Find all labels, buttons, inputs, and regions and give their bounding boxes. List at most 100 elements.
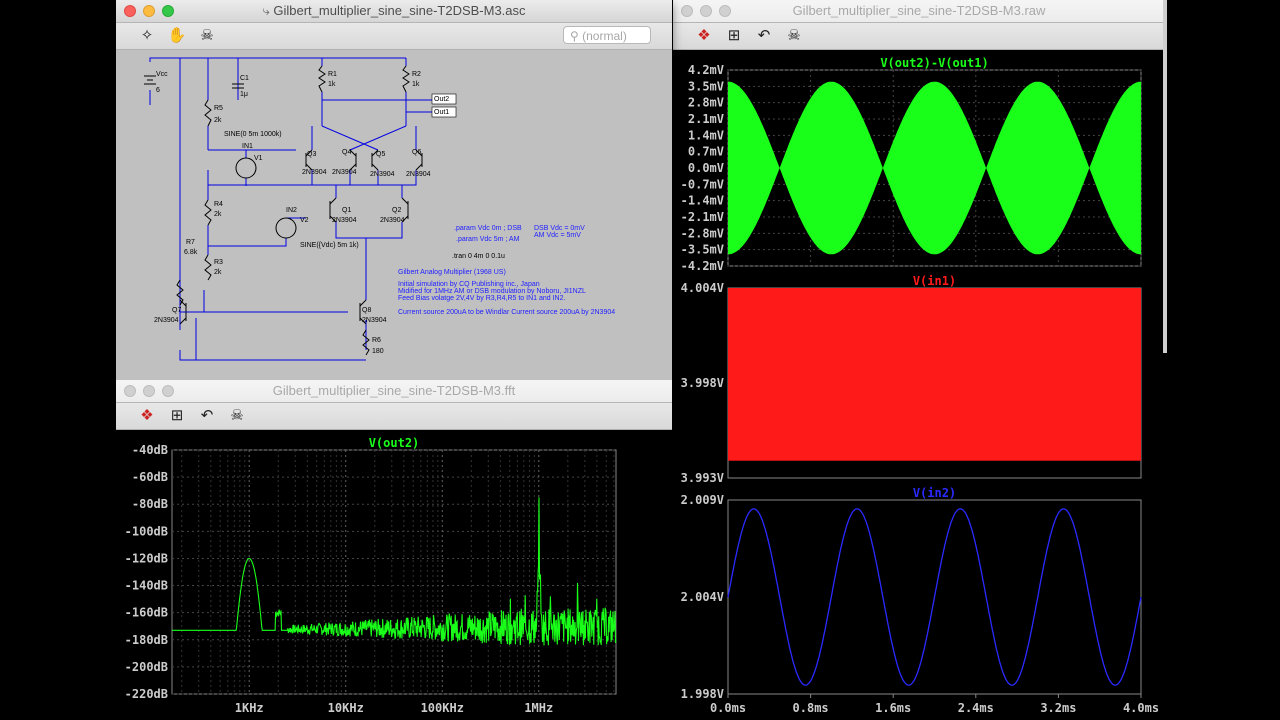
- fft-y-tick: -220dB: [125, 687, 168, 701]
- desktop-strip: [1165, 0, 1280, 720]
- fft-plot[interactable]: V(out2) -40dB -60dB -80dB -100dB -120dB -140dB…: [116, 430, 672, 720]
- pane1-y-tick: 4.2mV: [688, 63, 724, 77]
- fft-y-tick: -100dB: [125, 524, 168, 538]
- fft-x-tick: 100KHz: [421, 701, 464, 715]
- raw-plot[interactable]: V(out2)-V(out1) 4.2mV 3.5mV 2.8mV 2.1mV 1.4mV…: [673, 50, 1165, 720]
- pane2-trace: [728, 288, 1141, 461]
- schematic-title-text: Gilbert_multiplier_sine_sine-T2DSB-M3.as…: [273, 3, 526, 18]
- fft-y-tick: -140dB: [125, 579, 168, 593]
- fft-plot-title: V(out2): [369, 436, 420, 450]
- pane1-y-tick: -2.8mV: [681, 226, 724, 240]
- x-tick-label: 0.8ms: [793, 701, 829, 715]
- undo-zoom-icon[interactable]: ↶: [196, 406, 218, 426]
- pane2-y-tick: 3.993V: [681, 471, 724, 485]
- run-icon[interactable]: ✧: [136, 26, 158, 46]
- probe-icon[interactable]: ☠: [226, 406, 248, 426]
- zoom-fit-icon[interactable]: ⊞: [166, 406, 188, 426]
- autorange-icon[interactable]: ❖: [136, 406, 158, 426]
- q7-label: Q7: [172, 307, 181, 314]
- pane1-y-tick: -0.7mV: [681, 177, 724, 191]
- pane3-y-tick: 1.998V: [681, 687, 724, 701]
- param-am[interactable]: .param Vdc 5m ; AM: [456, 236, 520, 243]
- q6-label: Q6: [412, 149, 421, 156]
- fft-y-tick: -180dB: [125, 633, 168, 647]
- raw-window-titlebar[interactable]: Gilbert_multiplier_sine_sine-T2DSB-M3.ra…: [673, 0, 1165, 23]
- r2-label: R2: [412, 71, 421, 78]
- q3-label: Q3: [307, 151, 316, 158]
- pane1-y-tick: 0.0mV: [688, 161, 724, 175]
- r6-label: R6: [372, 337, 381, 344]
- pan-hand-icon[interactable]: ✋: [166, 26, 188, 46]
- r4-value: 2k: [214, 211, 222, 218]
- in1-label: IN1: [242, 143, 253, 150]
- r6-value: 180: [372, 348, 384, 355]
- q5-part: 2N3904: [370, 171, 395, 178]
- r7-value: 6.8k: [184, 249, 198, 256]
- fft-window: Gilbert_multiplier_sine_sine-T2DSB-M3.ff…: [116, 380, 672, 720]
- pane1-y-tick: -4.2mV: [681, 259, 724, 273]
- x-tick-label: 4.0ms: [1123, 701, 1159, 715]
- schematic-toolbar: ✧ ✋ ☠ ⚲ (normal): [116, 23, 672, 50]
- am-note: AM Vdc = 5mV: [534, 232, 581, 239]
- fft-toolbar: ❖ ⊞ ↶ ☠: [116, 403, 672, 430]
- q8-part: 2N3904: [362, 317, 387, 324]
- raw-toolbar: ❖ ⊞ ↶ ☠: [673, 23, 1165, 50]
- probe-icon[interactable]: ☠: [196, 26, 218, 46]
- tran-directive[interactable]: .tran 0 4m 0 0.1u: [452, 253, 505, 260]
- vcc-label: Vcc: [156, 71, 168, 78]
- v1-source-value: SINE(0 5m 1000k): [224, 131, 282, 138]
- c1-value: 1μ: [240, 91, 248, 98]
- comment-2: Initial simulation by CQ Publishing inc.…: [398, 281, 540, 288]
- v2-source-value: SINE({Vdc} 5m 1k): [300, 242, 359, 249]
- schematic-drawing: Vcc 6 C1 1μ R1 1k R2 1k R5 2k R4 2k R3 2…: [144, 57, 615, 361]
- schematic-title: ⤷ Gilbert_multiplier_sine_sine-T2DSB-M3.…: [116, 0, 672, 22]
- fft-x-tick: 1KHz: [235, 701, 264, 715]
- param-dsb[interactable]: .param Vdc 0m ; DSB: [454, 225, 522, 232]
- fft-y-tick: -120dB: [125, 551, 168, 565]
- schematic-canvas[interactable]: Vcc 6 C1 1μ R1 1k R2 1k R5 2k R4 2k R3 2…: [116, 50, 672, 380]
- fft-y-tick: -200dB: [125, 660, 168, 674]
- q4-label: Q4: [342, 149, 351, 156]
- r5-value: 2k: [214, 117, 222, 124]
- schematic-titlebar[interactable]: ⤷ Gilbert_multiplier_sine_sine-T2DSB-M3.…: [116, 0, 672, 23]
- pane1-y-tick: 0.7mV: [688, 145, 724, 159]
- fft-title: Gilbert_multiplier_sine_sine-T2DSB-M3.ff…: [272, 383, 516, 398]
- q2-label: Q2: [392, 207, 401, 214]
- search-icon: ⚲: [570, 29, 579, 43]
- pane3-y-tick: 2.004V: [681, 590, 724, 604]
- autorange-icon[interactable]: ❖: [693, 26, 715, 46]
- dsb-note: DSB Vdc = 0mV: [534, 225, 585, 232]
- fft-y-tick: -60dB: [132, 470, 168, 484]
- r2-value: 1k: [412, 81, 420, 88]
- comment-5: Current source 200uA to be Windlar Curre…: [398, 309, 615, 316]
- fft-titlebar[interactable]: Gilbert_multiplier_sine_sine-T2DSB-M3.ff…: [116, 380, 672, 403]
- undo-zoom-icon[interactable]: ↶: [753, 26, 775, 46]
- q2-part: 2N3904: [380, 217, 405, 224]
- x-tick-label: 2.4ms: [958, 701, 994, 715]
- raw-window-title: Gilbert_multiplier_sine_sine-T2DSB-M3.ra…: [792, 3, 1046, 18]
- r1-label: R1: [328, 71, 337, 78]
- c1-label: C1: [240, 75, 249, 82]
- fft-y-tick: -40dB: [132, 443, 168, 457]
- pane1-title: V(out2)-V(out1): [880, 56, 988, 70]
- out1-label: Out1: [434, 109, 449, 116]
- pane3-y-tick: 2.009V: [681, 493, 724, 507]
- q3-part: 2N3904: [302, 169, 327, 176]
- x-tick-label: 1.6ms: [875, 701, 911, 715]
- v1-label: V1: [254, 155, 263, 162]
- search-field[interactable]: ⚲ (normal): [563, 26, 651, 44]
- comment-4: Feed Bias volatge 2V,4V by R3,R4,R5 to I…: [398, 295, 566, 302]
- q5-label: Q5: [376, 151, 385, 158]
- in2-label: IN2: [286, 207, 297, 214]
- pane3-title: V(in2): [913, 486, 956, 500]
- comment-1: Gilbert Analog Multiplier (1968 US): [398, 269, 506, 276]
- zoom-fit-icon[interactable]: ⊞: [723, 26, 745, 46]
- r5-label: R5: [214, 105, 223, 112]
- q8-label: Q8: [362, 307, 371, 314]
- r3-value: 2k: [214, 269, 222, 276]
- r1-value: 1k: [328, 81, 336, 88]
- search-placeholder: (normal): [582, 29, 627, 43]
- q4-part: 2N3904: [332, 169, 357, 176]
- probe-icon[interactable]: ☠: [783, 26, 805, 46]
- pane3-trace: [727, 508, 1142, 686]
